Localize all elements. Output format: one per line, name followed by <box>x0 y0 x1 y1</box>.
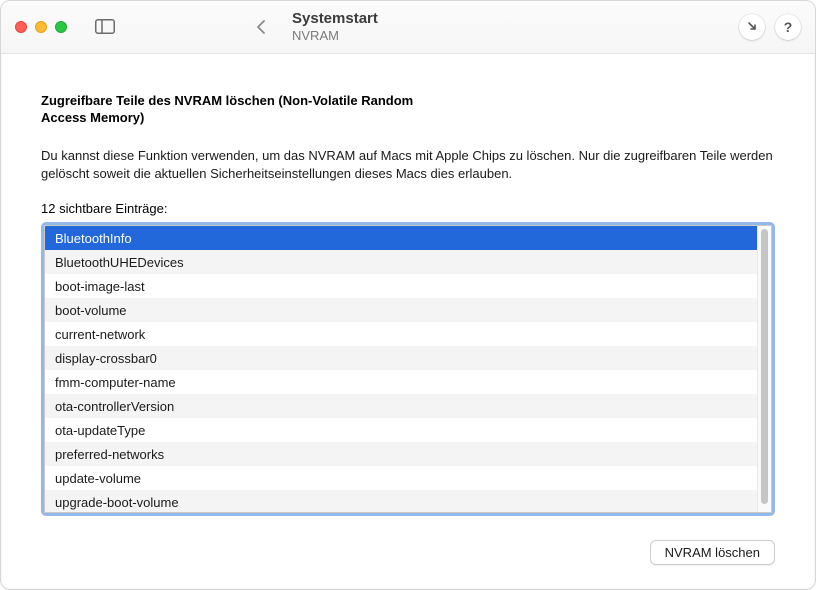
zoom-window-button[interactable] <box>55 21 67 33</box>
list-item[interactable]: boot-image-last <box>45 274 757 298</box>
title-block: Systemstart NVRAM <box>248 10 568 43</box>
content: Zugreifbare Teile des NVRAM löschen (Non… <box>1 54 815 589</box>
toolbar-right: ? <box>739 14 801 40</box>
list-item[interactable]: fmm-computer-name <box>45 370 757 394</box>
list-item[interactable]: current-network <box>45 322 757 346</box>
section-heading: Zugreifbare Teile des NVRAM löschen (Non… <box>41 92 441 127</box>
close-window-button[interactable] <box>15 21 27 33</box>
chevron-left-icon <box>256 19 266 35</box>
toggle-sidebar-button[interactable] <box>89 14 121 40</box>
minimize-window-button[interactable] <box>35 21 47 33</box>
clear-nvram-button[interactable]: NVRAM löschen <box>650 540 775 565</box>
section-description: Du kannst diese Funktion verwenden, um d… <box>41 147 775 183</box>
nvram-entries-listbox[interactable]: BluetoothInfoBluetoothUHEDevicesboot-ima… <box>41 222 775 516</box>
question-mark-icon: ? <box>784 19 793 35</box>
window: Systemstart NVRAM ? Zugreifbare Teile de… <box>0 0 816 590</box>
list-item[interactable]: preferred-networks <box>45 442 757 466</box>
arrow-down-right-icon <box>746 20 759 33</box>
window-controls <box>15 21 67 33</box>
list-item[interactable]: BluetoothUHEDevices <box>45 250 757 274</box>
help-button[interactable]: ? <box>775 14 801 40</box>
list-item[interactable]: display-crossbar0 <box>45 346 757 370</box>
entry-count-label: 12 sichtbare Einträge: <box>41 201 775 216</box>
list-item[interactable]: boot-volume <box>45 298 757 322</box>
list-item[interactable]: update-volume <box>45 466 757 490</box>
list-item[interactable]: ota-updateType <box>45 418 757 442</box>
toolbar: Systemstart NVRAM ? <box>1 1 815 54</box>
back-button[interactable] <box>248 14 274 40</box>
list-item[interactable]: upgrade-boot-volume <box>45 490 757 512</box>
list-item[interactable]: ota-controllerVersion <box>45 394 757 418</box>
page-title: Systemstart <box>292 10 378 27</box>
list-item[interactable]: BluetoothInfo <box>45 226 757 250</box>
scrollbar[interactable] <box>757 226 771 512</box>
page-subtitle: NVRAM <box>292 28 378 43</box>
scrollbar-thumb[interactable] <box>761 229 768 504</box>
sidebar-icon <box>95 19 115 34</box>
collapse-button[interactable] <box>739 14 765 40</box>
